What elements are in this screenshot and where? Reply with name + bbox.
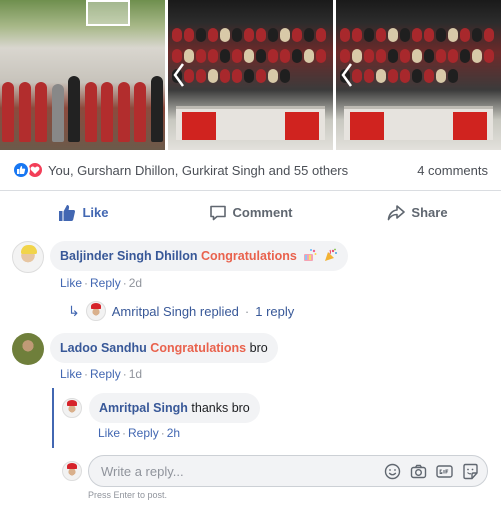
ceremony-photo-1[interactable] bbox=[168, 0, 333, 150]
previous-photo-icon[interactable] bbox=[172, 62, 186, 88]
reply-author[interactable]: Amritpal Singh bbox=[99, 401, 188, 415]
composer-hint: Press Enter to post. bbox=[88, 490, 168, 500]
comment-meta: Like · Reply · 1d bbox=[60, 367, 142, 381]
emoji-icon[interactable] bbox=[384, 463, 401, 480]
avatar bbox=[85, 301, 106, 321]
comments-count[interactable]: 4 comments bbox=[417, 163, 488, 178]
reaction-icons[interactable] bbox=[12, 161, 44, 179]
comment-meta: Like · Reply · 2d bbox=[60, 276, 142, 290]
comment-text: bro bbox=[249, 341, 268, 355]
camera-icon[interactable] bbox=[410, 463, 427, 480]
comment-time[interactable]: 2d bbox=[129, 276, 142, 290]
reply-bubble: Amritpal Singh thanks bro bbox=[89, 393, 260, 423]
composer-tools bbox=[384, 463, 479, 480]
separator: · bbox=[122, 276, 127, 290]
team-group bbox=[0, 52, 165, 142]
share-button[interactable]: Share bbox=[334, 204, 501, 222]
comment-label: Comment bbox=[232, 205, 293, 220]
gif-icon[interactable] bbox=[436, 463, 453, 480]
separator: · bbox=[122, 367, 127, 381]
stage bbox=[176, 106, 325, 140]
comment-icon bbox=[209, 205, 226, 220]
replies-count: 1 reply bbox=[255, 303, 295, 319]
reply-input[interactable]: Write a reply... bbox=[101, 464, 384, 479]
reactions-summary[interactable]: You, Gursharn Dhillon, Gurkirat Singh an… bbox=[48, 163, 417, 178]
confetti-icon bbox=[304, 249, 317, 261]
reply-meta: Like · Reply · 2h bbox=[98, 426, 180, 440]
reply-time[interactable]: 2h bbox=[167, 426, 180, 440]
reply-item: Amritpal Singh thanks bro bbox=[62, 393, 260, 423]
reply-composer[interactable]: Write a reply... bbox=[88, 455, 488, 487]
post-actions: Like Comment Share bbox=[0, 191, 501, 234]
comment-author[interactable]: Ladoo Sandhu bbox=[60, 341, 147, 355]
separator: · bbox=[84, 367, 89, 381]
comment-like-link[interactable]: Like bbox=[60, 367, 82, 381]
reply-like-link[interactable]: Like bbox=[98, 426, 120, 440]
crowd bbox=[336, 28, 501, 88]
comment-time[interactable]: 1d bbox=[129, 367, 142, 381]
previous-photo-icon[interactable] bbox=[340, 62, 354, 88]
comment-button[interactable]: Comment bbox=[167, 204, 334, 222]
team-photo[interactable] bbox=[0, 0, 165, 150]
ceremony-photo-2[interactable] bbox=[336, 0, 501, 150]
comment-bubble: Baljinder Singh Dhillon Congratulations bbox=[50, 241, 348, 271]
stage bbox=[344, 106, 493, 140]
reply-thread-line bbox=[52, 388, 54, 448]
reply-arrow-icon: ↳ bbox=[68, 302, 80, 319]
avatar[interactable] bbox=[62, 398, 82, 418]
comment-highlight: Congratulations bbox=[150, 341, 247, 355]
thumbs-up-icon bbox=[59, 204, 76, 221]
avatar[interactable] bbox=[12, 241, 44, 273]
reply-text: thanks bro bbox=[191, 401, 250, 415]
like-label: Like bbox=[82, 205, 109, 220]
basketball-hoop bbox=[86, 0, 130, 26]
separator: · bbox=[160, 426, 165, 440]
avatar[interactable] bbox=[12, 333, 44, 365]
comment-author[interactable]: Baljinder Singh Dhillon bbox=[60, 249, 198, 263]
party-popper-icon bbox=[324, 248, 337, 261]
comment-reply-link[interactable]: Reply bbox=[90, 367, 121, 381]
current-user-avatar bbox=[62, 461, 82, 481]
separator: · bbox=[84, 276, 89, 290]
comment-reply-link[interactable]: Reply bbox=[90, 276, 121, 290]
view-replies-link[interactable]: ↳ Amritpal Singh replied · 1 reply bbox=[68, 301, 294, 321]
replied-by-text: Amritpal Singh replied bbox=[111, 303, 239, 319]
comment-item: Ladoo Sandhu Congratulations bro bbox=[12, 333, 278, 365]
share-icon bbox=[388, 204, 406, 220]
sticker-icon[interactable] bbox=[462, 463, 479, 480]
like-icon bbox=[12, 161, 30, 179]
separator: · bbox=[244, 303, 250, 319]
photo-strip bbox=[0, 0, 501, 150]
comment-item: Baljinder Singh Dhillon Congratulations bbox=[12, 241, 348, 273]
crowd bbox=[168, 28, 333, 88]
comment-highlight: Congratulations bbox=[200, 249, 297, 263]
comment-like-link[interactable]: Like bbox=[60, 276, 82, 290]
reaction-stats: You, Gursharn Dhillon, Gurkirat Singh an… bbox=[0, 150, 501, 191]
comment-bubble: Ladoo Sandhu Congratulations bro bbox=[50, 333, 278, 363]
separator: · bbox=[122, 426, 127, 440]
reply-reply-link[interactable]: Reply bbox=[128, 426, 159, 440]
like-button[interactable]: Like bbox=[0, 204, 167, 222]
share-label: Share bbox=[411, 205, 448, 220]
